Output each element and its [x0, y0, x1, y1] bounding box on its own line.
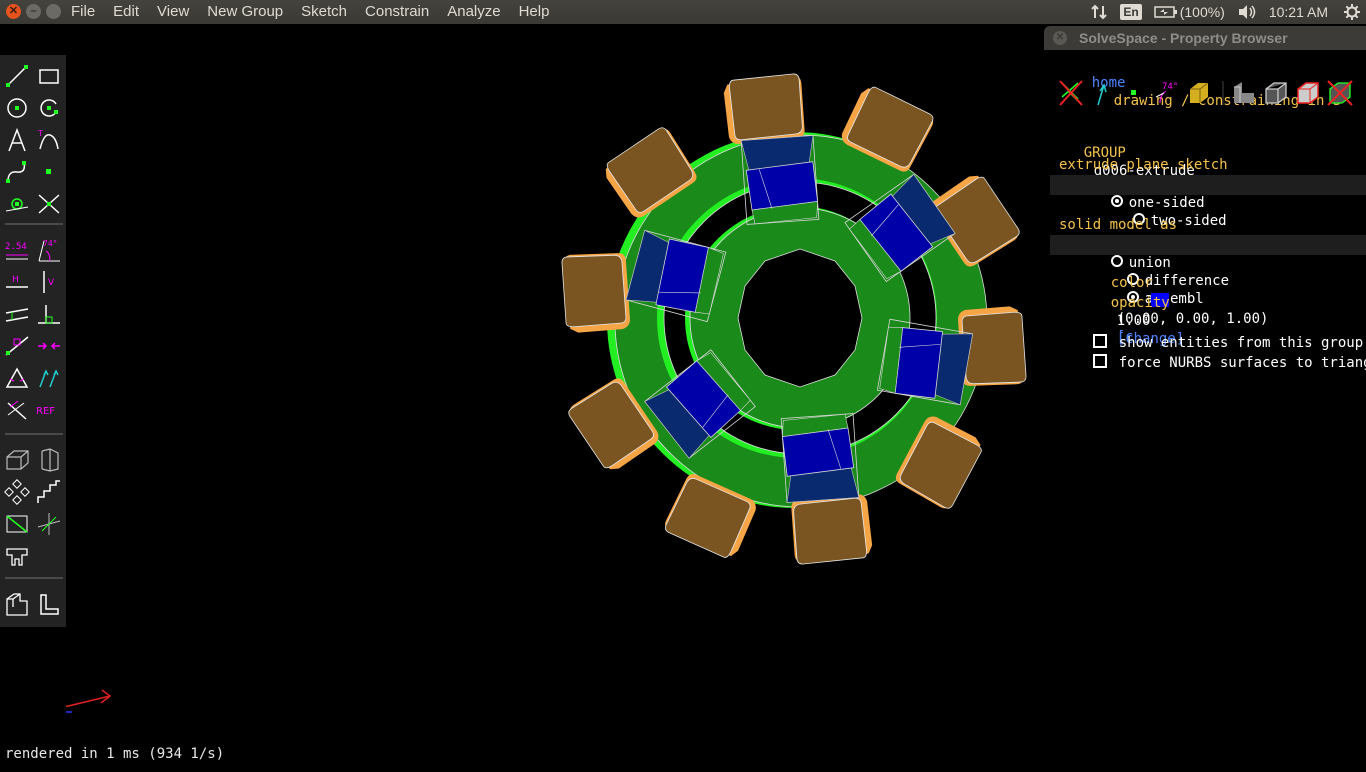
cubic-spline-tool-icon[interactable] [4, 159, 30, 185]
nearest-isometric-view-icon[interactable] [4, 591, 30, 617]
settings-gear-icon[interactable] [1344, 4, 1360, 20]
extrude-group-icon[interactable] [4, 447, 30, 473]
menu-new-group[interactable]: New Group [198, 3, 292, 21]
window-minimize-button[interactable]: – [26, 4, 41, 19]
property-browser-titlebar[interactable]: ✕ SolveSpace - Property Browser [1044, 26, 1366, 50]
radio-one-sided[interactable]: one-sided [1110, 195, 1205, 211]
text-tool-icon[interactable] [4, 127, 30, 153]
menubar: File Edit View New Group Sketch Constrai… [62, 3, 558, 21]
import-assembly-icon[interactable] [4, 543, 30, 569]
perpendicular-constraint-icon[interactable] [36, 301, 62, 327]
sketch-toolbar: T 2.54 74° H V REF [0, 55, 66, 627]
reference-toggle-icon[interactable]: REF [36, 397, 62, 423]
render-status-text: rendered in 1 ms (934 1/s) [5, 746, 225, 762]
radio-checked-icon [1110, 195, 1123, 207]
top-panel: ✕ – File Edit View New Group Sketch Cons… [0, 0, 1366, 24]
opacity-label: opacity [1110, 295, 1170, 311]
workplane-hidden-icon[interactable] [1058, 79, 1090, 107]
toggle-separator [1218, 79, 1230, 107]
display-toggle-bar: 74° [1058, 79, 1358, 109]
horizontal-label: H [12, 275, 19, 285]
3d-graphics-viewport[interactable] [53, 24, 1044, 768]
dimension-label: 2.54 [5, 242, 27, 252]
step-rotating-group-icon[interactable] [4, 479, 30, 505]
workplane-tool-icon[interactable] [4, 191, 30, 217]
sketch-in-new-workplane-icon[interactable] [4, 511, 30, 537]
split-curves-tool-icon[interactable] [36, 191, 62, 217]
axes-indicator [53, 657, 112, 717]
symmetric-constraint-icon[interactable] [36, 333, 62, 359]
constraints-icon[interactable]: 74° [1154, 79, 1186, 107]
keyboard-layout-indicator[interactable]: En [1120, 4, 1142, 20]
reference-label: REF [36, 406, 55, 417]
edges-icon[interactable] [1262, 79, 1294, 107]
parallel-constraint-icon[interactable] [4, 301, 30, 327]
distance-constraint-icon[interactable]: 2.54 [4, 237, 30, 263]
circle-tool-icon[interactable] [4, 95, 30, 121]
menu-constrain[interactable]: Constrain [356, 3, 438, 21]
force-nurbs-label: force NURBS surfaces to triangl [1118, 355, 1366, 371]
menu-file[interactable]: File [62, 3, 104, 21]
outlines-icon[interactable] [1294, 79, 1326, 107]
toolbar-separator [5, 433, 63, 435]
vertical-constraint-icon[interactable]: V [36, 269, 62, 295]
menu-help[interactable]: Help [510, 3, 559, 21]
menu-edit[interactable]: Edit [104, 3, 148, 21]
battery-indicator[interactable]: (100%) [1153, 4, 1225, 20]
property-browser-window: ✕ SolveSpace - Property Browser home dra… [1044, 24, 1366, 768]
point-on-line-constraint-icon[interactable] [4, 333, 30, 359]
same-orientation-constraint-icon[interactable] [36, 365, 62, 391]
arc-tool-icon[interactable] [36, 95, 62, 121]
toolbar-separator [5, 577, 63, 579]
battery-percentage: (100%) [1179, 4, 1225, 20]
other-supplementary-angle-icon[interactable] [4, 397, 30, 423]
step-translating-group-icon[interactable] [36, 479, 62, 505]
datum-point-tool-icon[interactable] [36, 159, 62, 185]
menu-analyze[interactable]: Analyze [438, 3, 509, 21]
equal-length-constraint-icon[interactable] [4, 365, 30, 391]
sketch-in-3d-icon[interactable] [36, 511, 62, 537]
normals-icon[interactable] [1090, 79, 1122, 107]
solid-model-heading: solid model as [1059, 217, 1178, 233]
clock[interactable]: 10:21 AM [1269, 4, 1328, 20]
window-maximize-button[interactable] [46, 4, 61, 19]
network-icon[interactable] [1090, 4, 1108, 20]
horizontal-constraint-icon[interactable]: H [4, 269, 30, 295]
shaded-model-icon[interactable] [1230, 79, 1262, 107]
svg-text:T: T [37, 129, 43, 138]
nearest-ortho-view-icon[interactable] [36, 591, 62, 617]
force-nurbs-checkbox[interactable]: force NURBS surfaces to triangl [1059, 336, 1366, 390]
angle-indicator-label: 74° [1162, 82, 1178, 92]
system-tray: En (100%) 10:21 AM [1090, 0, 1366, 24]
volume-icon[interactable] [1237, 4, 1257, 20]
battery-icon [1153, 6, 1177, 18]
vertical-label: V [48, 278, 55, 288]
lathe-group-icon[interactable] [36, 447, 62, 473]
angle-label: 74° [43, 239, 57, 248]
faces-icon[interactable] [1186, 79, 1218, 107]
menu-view[interactable]: View [148, 3, 198, 21]
window-title: SolveSpace - Property Browser [1079, 30, 1288, 46]
window-close-button[interactable]: ✕ [6, 4, 21, 19]
mesh-icon[interactable] [1326, 79, 1358, 107]
gear-model-render [53, 73, 1027, 717]
points-icon[interactable] [1122, 79, 1154, 107]
toolbar-separator [5, 223, 63, 225]
menu-sketch[interactable]: Sketch [292, 3, 356, 21]
tangent-arc-tool-icon[interactable]: T [36, 127, 62, 153]
angle-constraint-icon[interactable]: 74° [36, 237, 62, 263]
close-icon[interactable]: ✕ [1053, 31, 1067, 45]
rectangle-tool-icon[interactable] [36, 63, 62, 89]
extrude-heading: extrude plane sketch [1059, 157, 1228, 173]
line-segment-tool-icon[interactable] [4, 63, 30, 89]
checkbox-unchecked-icon [1092, 354, 1107, 368]
